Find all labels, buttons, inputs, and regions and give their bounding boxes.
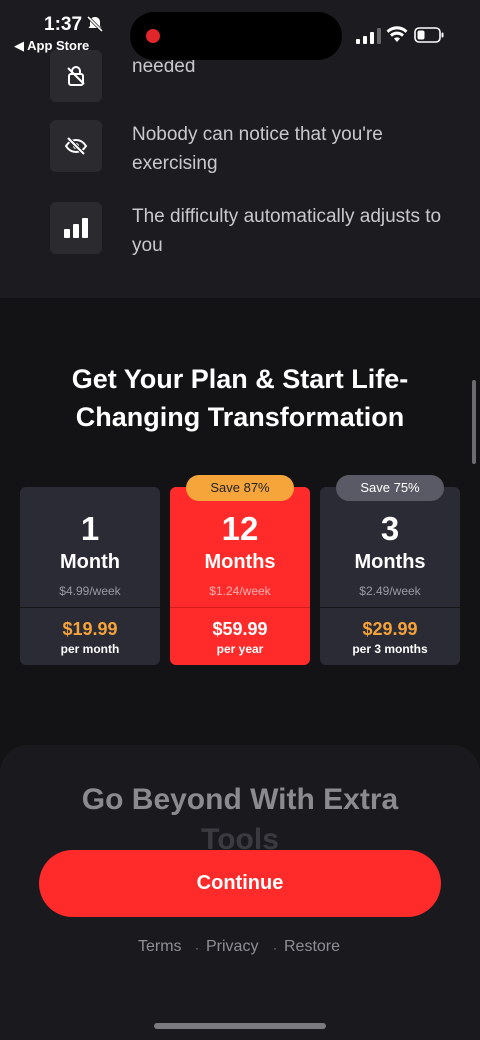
feature-text: The difficulty automatically adjusts to … [132,206,442,256]
status-bar: 1:37 ◀ App Store [0,0,480,60]
feature-icon-box [50,120,102,172]
status-time: 1:37 [44,14,83,35]
plan-duration-unit: Month [60,551,120,573]
wifi-icon [386,26,408,42]
link-separator: · [273,941,277,955]
feature-text: Nobody can notice that you're exercising [132,124,383,174]
plan-weekly-price: $2.49/week [359,584,421,598]
battery-icon [414,27,444,43]
plan-price: $29.99 [362,619,418,639]
plan-title: Get Your Plan & Start Life-Changing Tran… [71,364,409,432]
terms-link[interactable]: Terms [138,938,182,956]
extra-tools-title: Go Beyond With Extra Tools [30,780,450,860]
feature-item: The difficulty automatically adjusts to … [50,202,470,262]
plan-weekly-price: $4.99/week [59,584,121,598]
continue-button[interactable]: Continue [39,850,441,917]
card-divider [320,607,460,608]
plan-period: per 3 months [352,642,428,656]
feature-icon-box [50,202,102,254]
restore-link[interactable]: Restore [284,938,340,956]
signal-icon [356,28,381,44]
plan-period: per year [216,642,264,656]
home-indicator[interactable] [154,1023,326,1029]
card-divider [170,607,310,608]
save-badge-12-months: Save 87% [186,475,294,501]
back-to-app-store[interactable]: ◀ App Store [14,38,89,54]
privacy-link[interactable]: Privacy [206,938,258,956]
plan-price: $19.99 [62,619,118,639]
link-separator: · [195,941,199,955]
plan-period: per month [60,642,120,656]
eye-off-icon [64,136,88,156]
plan-card-3-months[interactable]: 3 Months $2.49/week $29.99 per 3 months [320,487,460,665]
plan-duration-unit: Months [354,551,426,573]
save-badge-3-months: Save 75% [336,475,444,501]
scroll-indicator[interactable] [472,380,476,464]
plan-card-12-months[interactable]: 12 Months $1.24/week $59.99 per year [170,487,310,665]
plan-card-1-month[interactable]: 1 Month $4.99/week $19.99 per month [20,487,160,665]
lock-icon [67,66,85,86]
bar-chart-icon [64,218,88,238]
plan-duration-unit: Months [204,551,276,573]
plan-price: $59.99 [212,619,268,639]
feature-item: Nobody can notice that you're exercising [50,120,470,180]
bell-muted-icon [86,15,104,33]
footer-links: Terms · Privacy · Restore [0,938,480,960]
plan-weekly-price: $1.24/week [209,584,271,598]
card-divider [20,607,160,608]
extra-title-line1: Go Beyond With Extra [81,783,399,816]
dynamic-island [130,12,342,60]
recording-dot-icon [146,29,160,43]
